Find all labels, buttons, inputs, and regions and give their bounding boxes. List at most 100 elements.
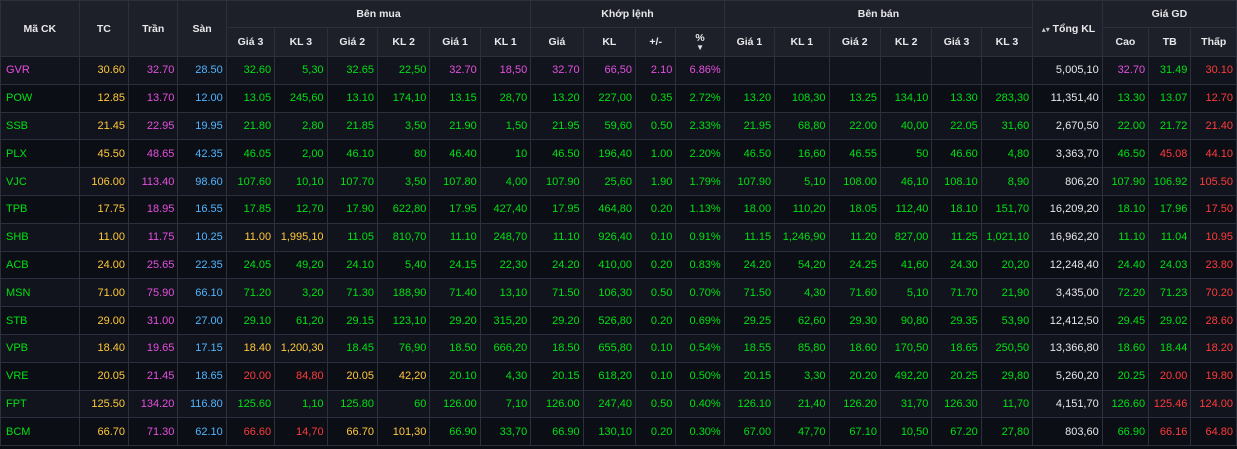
table-row[interactable]: POW 12.85 13.70 12.00 13.05 245,60 13.10 174,10… [0, 83, 1237, 113]
ceiling-price-cell: 11.75 [128, 222, 179, 252]
ceiling-price-cell: 21.45 [128, 361, 179, 391]
table-row[interactable]: GVR 30.60 32.70 28.50 32.60 5,30 32.65 22,50 32.… [0, 56, 1237, 85]
table-row[interactable]: ACB 24.00 25.65 22.35 24.05 49,20 24.10 5,40 24.… [0, 250, 1237, 280]
col-header-sell-2[interactable]: Giá 2 [828, 27, 881, 57]
sell-cell: 41,60 [879, 250, 933, 280]
buy-cell: 18.45 [326, 333, 378, 363]
match-cell: 0.30% [675, 417, 725, 447]
col-header-price-0[interactable]: Cao [1101, 27, 1150, 57]
sort-updown-icon: ▴▾ [1041, 24, 1050, 34]
col-header-match-2[interactable]: +/- [635, 27, 677, 57]
match-cell: 71.50 [530, 278, 584, 308]
col-header-price-1[interactable]: TB [1148, 27, 1192, 57]
buy-cell: 1,200,30 [274, 333, 328, 363]
col-header-ref[interactable]: TC [78, 0, 130, 57]
col-header-price-2[interactable]: Thấp [1190, 27, 1237, 57]
total-volume-cell: 5,260,20 [1032, 361, 1103, 391]
trade-price-cell: 124.00 [1190, 389, 1237, 419]
col-header-symbol[interactable]: Mã CK [0, 0, 80, 57]
symbol-cell[interactable]: SSB [0, 111, 80, 141]
total-volume-cell: 16,209,20 [1032, 194, 1103, 224]
symbol-cell[interactable]: MSN [0, 278, 80, 308]
table-row[interactable]: PLX 45.50 48.65 42.35 46.05 2,00 46.10 80 46.40 1… [0, 139, 1237, 169]
col-header-match-0[interactable]: Giá [530, 27, 584, 57]
col-header-buy-5[interactable]: KL 1 [479, 27, 532, 57]
table-row[interactable]: STB 29.00 31.00 27.00 29.10 61,20 29.15 123,10 2… [0, 306, 1237, 335]
symbol-cell[interactable]: VRE [0, 361, 80, 391]
symbol-cell[interactable]: ACB [0, 250, 80, 280]
match-cell: 196,40 [582, 139, 637, 169]
sell-cell: 29,80 [980, 361, 1034, 391]
floor-price-cell: 16.55 [177, 194, 227, 224]
symbol-cell[interactable]: POW [0, 83, 80, 113]
col-header-buy-0[interactable]: Giá 3 [225, 27, 276, 57]
match-cell: 11.10 [530, 222, 584, 252]
sell-cell: 53,90 [980, 306, 1034, 335]
ceiling-price-cell: 25.65 [128, 250, 179, 280]
buy-cell: 123,10 [376, 306, 431, 335]
buy-cell: 17.95 [429, 194, 481, 224]
buy-cell: 22,50 [376, 56, 431, 85]
col-header-sell-5[interactable]: KL 3 [980, 27, 1034, 57]
buy-cell: 5,40 [376, 250, 431, 280]
symbol-cell[interactable]: FPT [0, 389, 80, 419]
symbol-cell[interactable]: BCM [0, 417, 80, 447]
sell-cell: 24.30 [931, 250, 982, 280]
symbol-cell[interactable]: VPB [0, 333, 80, 363]
col-header-match-1[interactable]: KL [582, 27, 637, 57]
col-header-match-3[interactable]: % ▼ [675, 27, 725, 57]
col-header-buy-1[interactable]: KL 3 [274, 27, 328, 57]
sell-cell: 134,10 [879, 83, 933, 113]
table-row[interactable]: SSB 21.45 22.95 19.95 21.80 2,80 21.85 3,50 21.9… [0, 111, 1237, 141]
sell-cell [931, 56, 982, 85]
symbol-cell[interactable]: STB [0, 306, 80, 335]
total-volume-cell: 12,412,50 [1032, 306, 1103, 335]
sell-cell: 126.30 [931, 389, 982, 419]
col-header-sell-0[interactable]: Giá 1 [723, 27, 776, 57]
table-row[interactable]: MSN 71.00 75.90 66.10 71.20 3,20 71.30 188,90 71… [0, 278, 1237, 308]
total-volume-cell: 3,435,00 [1032, 278, 1103, 308]
trade-price-cell: 13.07 [1148, 83, 1192, 113]
ceiling-price-cell: 18.95 [128, 194, 179, 224]
col-header-buy-3[interactable]: KL 2 [376, 27, 431, 57]
col-header-buy-4[interactable]: Giá 1 [429, 27, 481, 57]
col-header-floor[interactable]: Sàn [177, 0, 227, 57]
symbol-cell[interactable]: TPB [0, 194, 80, 224]
buy-cell: 21.90 [429, 111, 481, 141]
buy-cell: 24.15 [429, 250, 481, 280]
table-row[interactable]: BCM 66.70 71.30 62.10 66.60 14,70 66.70 101,30 6… [0, 417, 1237, 447]
table-row[interactable]: VPB 18.40 19.65 17.15 18.40 1,200,30 18.45 76,9… [0, 333, 1237, 363]
col-header-ceiling[interactable]: Trần [128, 0, 179, 57]
table-row[interactable]: TPB 17.75 18.95 16.55 17.85 12,70 17.90 622,80 1… [0, 194, 1237, 224]
table-row[interactable]: VRE 20.05 21.45 18.65 20.00 84,80 20.05 42,20 20… [0, 361, 1237, 391]
symbol-cell[interactable]: VJC [0, 167, 80, 196]
table-row[interactable]: SHB 11.00 11.75 10.25 11.00 1,995,10 11.05 810,… [0, 222, 1237, 252]
buy-cell: 18.40 [225, 333, 276, 363]
sell-cell: 107.90 [723, 167, 776, 196]
table-row[interactable]: VJC 106.00 113.40 98.60 107.60 10,10 107.70 3,5… [0, 167, 1237, 196]
match-cell: 25,60 [582, 167, 637, 196]
trade-price-cell: 18.60 [1101, 333, 1150, 363]
col-header-sell-4[interactable]: Giá 3 [931, 27, 982, 57]
buy-cell: 107.60 [225, 167, 276, 196]
trade-price-cell: 30.10 [1190, 56, 1237, 85]
sell-cell: 31,70 [879, 389, 933, 419]
table-row[interactable]: FPT 125.50 134.20 116.80 125.60 1,10 125.80 60 1… [0, 389, 1237, 419]
col-header-sell-label: KL 2 [894, 36, 918, 48]
col-header-total-volume[interactable]: ▴▾ Tổng KL [1032, 0, 1103, 57]
col-header-sell-3[interactable]: KL 2 [879, 27, 933, 57]
sell-cell: 4,30 [774, 278, 830, 308]
col-header-sell-1[interactable]: KL 1 [774, 27, 830, 57]
col-header-buy-2[interactable]: Giá 2 [326, 27, 378, 57]
sell-cell: 126.20 [828, 389, 881, 419]
buy-cell: 46.40 [429, 139, 481, 169]
symbol-cell[interactable]: SHB [0, 222, 80, 252]
match-cell: 2.10 [635, 56, 677, 85]
symbol-cell[interactable]: GVR [0, 56, 80, 85]
sort-desc-icon[interactable]: ▼ [679, 44, 720, 52]
sell-cell: 67.20 [931, 417, 982, 447]
col-header-buy-label: KL 3 [289, 36, 313, 48]
symbol-cell[interactable]: PLX [0, 139, 80, 169]
ceiling-price-cell: 75.90 [128, 278, 179, 308]
match-cell: 0.10 [635, 333, 677, 363]
